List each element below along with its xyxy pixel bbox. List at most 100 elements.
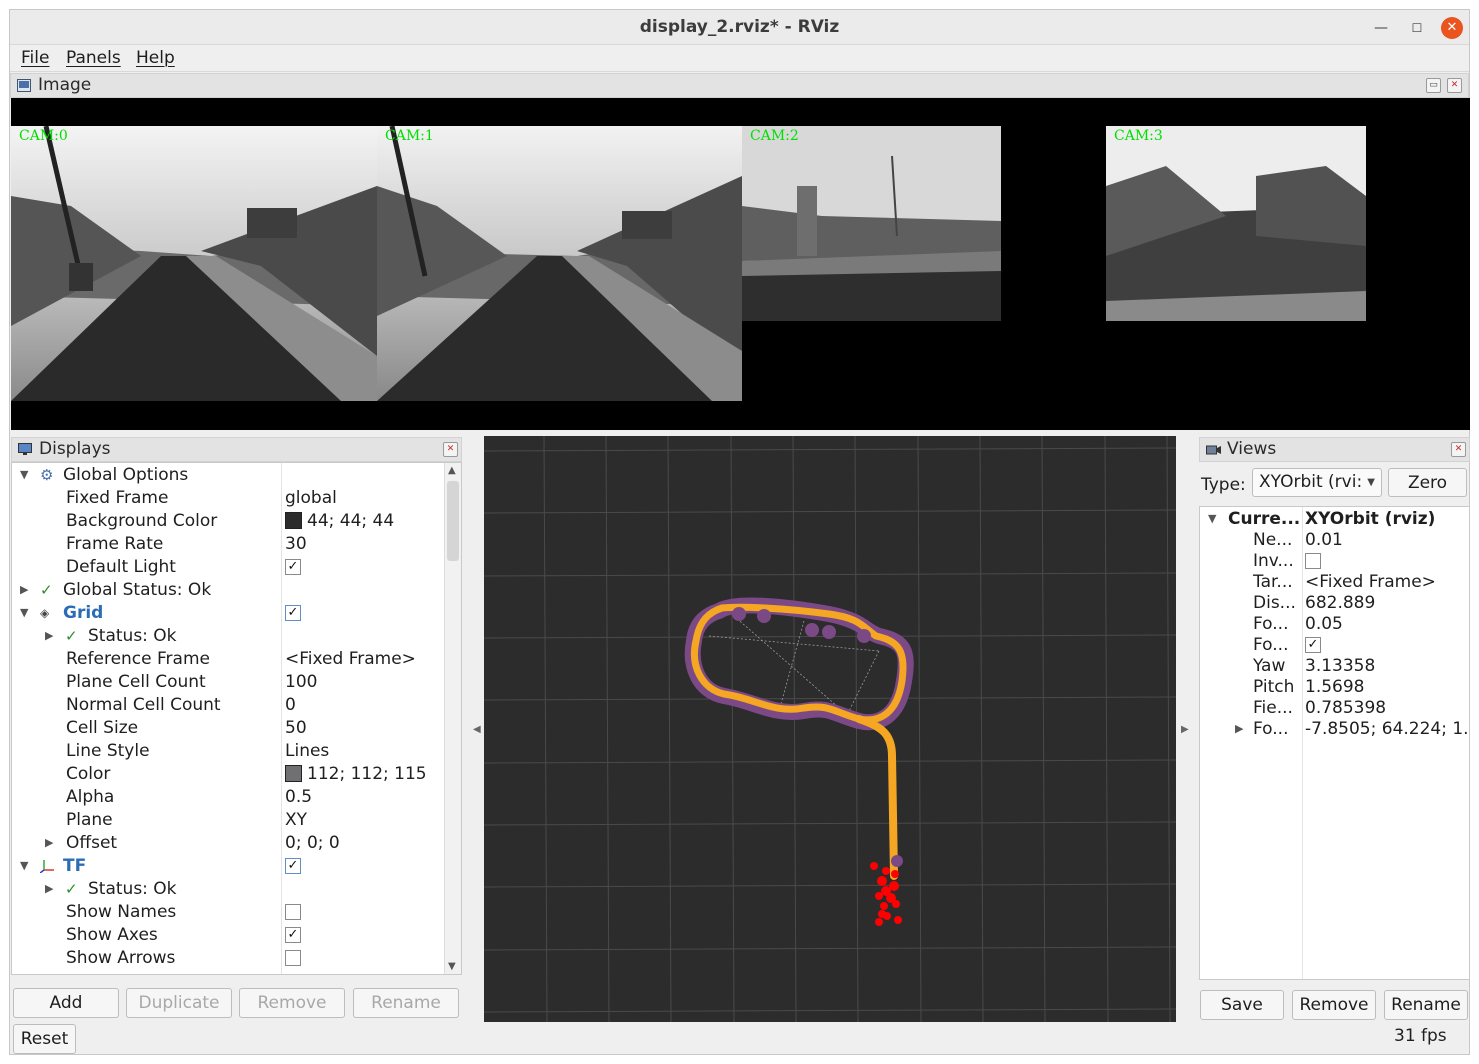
minimize-icon[interactable]: —: [1370, 17, 1392, 39]
views-row-focal-shape-size[interactable]: Fo... 0.05: [1200, 614, 1469, 635]
row-value[interactable]: 0.5: [285, 787, 312, 807]
tree-row-plane-cell-count[interactable]: Plane Cell Count 100: [12, 671, 443, 694]
show-arrows-checkbox[interactable]: [285, 950, 301, 966]
tree-row-tf-status[interactable]: ▶ ✓ Status: Ok: [12, 878, 443, 901]
view-type-select[interactable]: XYOrbit (rvi: ▼: [1252, 468, 1382, 497]
menu-help[interactable]: Help: [136, 48, 175, 68]
tf-checkbox[interactable]: ✓: [285, 858, 301, 874]
collapse-arrow-icon[interactable]: ▶: [45, 882, 53, 895]
row-value[interactable]: 112; 112; 115: [285, 764, 427, 784]
views-row-target-frame[interactable]: Tar... <Fixed Frame>: [1200, 572, 1469, 593]
views-row-value[interactable]: 3.13358: [1305, 656, 1375, 676]
tree-row-line-style[interactable]: Line Style Lines: [12, 740, 443, 763]
tree-row-show-axes[interactable]: Show Axes ✓: [12, 924, 443, 947]
row-value[interactable]: 44; 44; 44: [285, 511, 394, 531]
views-row-value[interactable]: 0.05: [1305, 614, 1343, 634]
close-icon[interactable]: ✕: [1441, 17, 1463, 39]
add-button[interactable]: Add: [13, 988, 119, 1018]
collapse-arrow-icon[interactable]: ▶: [20, 583, 28, 596]
tree-row-color[interactable]: Color 112; 112; 115: [12, 763, 443, 786]
views-row-yaw[interactable]: Yaw 3.13358: [1200, 656, 1469, 677]
expand-arrow-icon[interactable]: ▼: [1208, 512, 1216, 525]
row-value[interactable]: 100: [285, 672, 317, 692]
views-row-current[interactable]: ▼ Curre... XYOrbit (rviz): [1200, 509, 1469, 530]
reset-button[interactable]: Reset: [13, 1024, 76, 1054]
views-row-value[interactable]: <Fixed Frame>: [1305, 572, 1436, 592]
views-row-field-of-view[interactable]: Fie... 0.785398: [1200, 698, 1469, 719]
views-row-value[interactable]: 682.889: [1305, 593, 1375, 613]
default-light-checkbox[interactable]: ✓: [285, 559, 301, 575]
views-row-distance[interactable]: Dis... 682.889: [1200, 593, 1469, 614]
tree-row-grid[interactable]: ▼ ◈ Grid ✓: [12, 602, 443, 625]
displays-close-icon[interactable]: ✕: [443, 442, 458, 457]
tree-row-tf[interactable]: ▼ TF ✓: [12, 855, 443, 878]
tree-row-frame-rate[interactable]: Frame Rate 30: [12, 533, 443, 556]
tree-row-default-light[interactable]: Default Light ✓: [12, 556, 443, 579]
tree-row-offset[interactable]: ▶ Offset 0; 0; 0: [12, 832, 443, 855]
tree-row-plane[interactable]: Plane XY: [12, 809, 443, 832]
dropdown-arrow-icon[interactable]: ▼: [1367, 469, 1375, 496]
views-row-pitch[interactable]: Pitch 1.5698: [1200, 677, 1469, 698]
collapse-left-icon[interactable]: ◀: [473, 724, 481, 735]
grid-checkbox[interactable]: ✓: [285, 605, 301, 621]
tree-row-alpha[interactable]: Alpha 0.5: [12, 786, 443, 809]
views-row-invert[interactable]: Inv...: [1200, 551, 1469, 572]
tree-row-reference-frame[interactable]: Reference Frame <Fixed Frame>: [12, 648, 443, 671]
show-names-checkbox[interactable]: [285, 904, 301, 920]
tree-row-background-color[interactable]: Background Color 44; 44; 44: [12, 510, 443, 533]
tree-row-cell-size[interactable]: Cell Size 50: [12, 717, 443, 740]
status-ok-icon: ✓: [40, 581, 53, 599]
scroll-down-icon[interactable]: ▼: [448, 961, 456, 972]
remove-display-button[interactable]: Remove: [239, 988, 345, 1018]
tree-row-grid-status[interactable]: ▶ ✓ Status: Ok: [12, 625, 443, 648]
views-row-focal-shape-fixed[interactable]: Fo... ✓: [1200, 635, 1469, 656]
expand-arrow-icon[interactable]: ▼: [20, 468, 28, 481]
row-value[interactable]: <Fixed Frame>: [285, 649, 416, 669]
row-value[interactable]: 30: [285, 534, 307, 554]
displays-scrollbar[interactable]: ▲ ▼: [444, 463, 461, 974]
save-view-button[interactable]: Save: [1200, 990, 1284, 1020]
views-row-near-clip[interactable]: Ne... 0.01: [1200, 530, 1469, 551]
zero-button[interactable]: Zero: [1388, 468, 1467, 497]
expand-arrow-icon[interactable]: ▼: [20, 606, 28, 619]
tree-row-normal-cell-count[interactable]: Normal Cell Count 0: [12, 694, 443, 717]
row-value[interactable]: Lines: [285, 741, 329, 761]
render-viewport[interactable]: [484, 436, 1176, 1022]
remove-view-button[interactable]: Remove: [1292, 990, 1376, 1020]
tree-row-global-status[interactable]: ▶ ✓ Global Status: Ok: [12, 579, 443, 602]
collapse-right-icon[interactable]: ▶: [1181, 724, 1189, 735]
collapse-arrow-icon[interactable]: ▶: [45, 629, 53, 642]
row-value[interactable]: 0; 0; 0: [285, 833, 340, 853]
row-value[interactable]: 50: [285, 718, 307, 738]
duplicate-button[interactable]: Duplicate: [126, 988, 232, 1018]
show-axes-checkbox[interactable]: ✓: [285, 927, 301, 943]
focal-fixed-checkbox[interactable]: ✓: [1305, 637, 1321, 653]
views-row-focal-point[interactable]: ▶ Fo... -7.8505; 64.224; 1...: [1200, 719, 1469, 740]
maximize-icon[interactable]: ☐: [1406, 17, 1428, 39]
collapse-arrow-icon[interactable]: ▶: [1235, 722, 1243, 735]
viewport-scene[interactable]: [484, 436, 1176, 1022]
float-icon[interactable]: ▭: [1426, 78, 1441, 93]
expand-arrow-icon[interactable]: ▼: [20, 859, 28, 872]
row-value[interactable]: global: [285, 488, 337, 508]
panel-close-icon[interactable]: ✕: [1447, 78, 1462, 93]
views-close-icon[interactable]: ✕: [1451, 442, 1466, 457]
menu-file[interactable]: File: [21, 48, 49, 68]
menu-panels[interactable]: Panels: [66, 48, 121, 68]
scroll-up-icon[interactable]: ▲: [448, 465, 456, 476]
tree-row-show-arrows[interactable]: Show Arrows: [12, 947, 443, 970]
views-row-value[interactable]: -7.8505; 64.224; 1...: [1305, 719, 1469, 739]
row-value[interactable]: 0: [285, 695, 296, 715]
views-row-value[interactable]: 0.785398: [1305, 698, 1386, 718]
views-row-value[interactable]: 0.01: [1305, 530, 1343, 550]
rename-view-button[interactable]: Rename: [1384, 990, 1468, 1020]
tree-row-fixed-frame[interactable]: Fixed Frame global: [12, 487, 443, 510]
rename-display-button[interactable]: Rename: [353, 988, 459, 1018]
invert-checkbox[interactable]: [1305, 553, 1321, 569]
collapse-arrow-icon[interactable]: ▶: [45, 836, 53, 849]
views-row-value[interactable]: 1.5698: [1305, 677, 1364, 697]
tree-row-global-options[interactable]: ▼ ⚙ Global Options: [12, 464, 443, 487]
scroll-thumb[interactable]: [447, 481, 459, 561]
tree-row-show-names[interactable]: Show Names: [12, 901, 443, 924]
row-value[interactable]: XY: [285, 810, 307, 830]
